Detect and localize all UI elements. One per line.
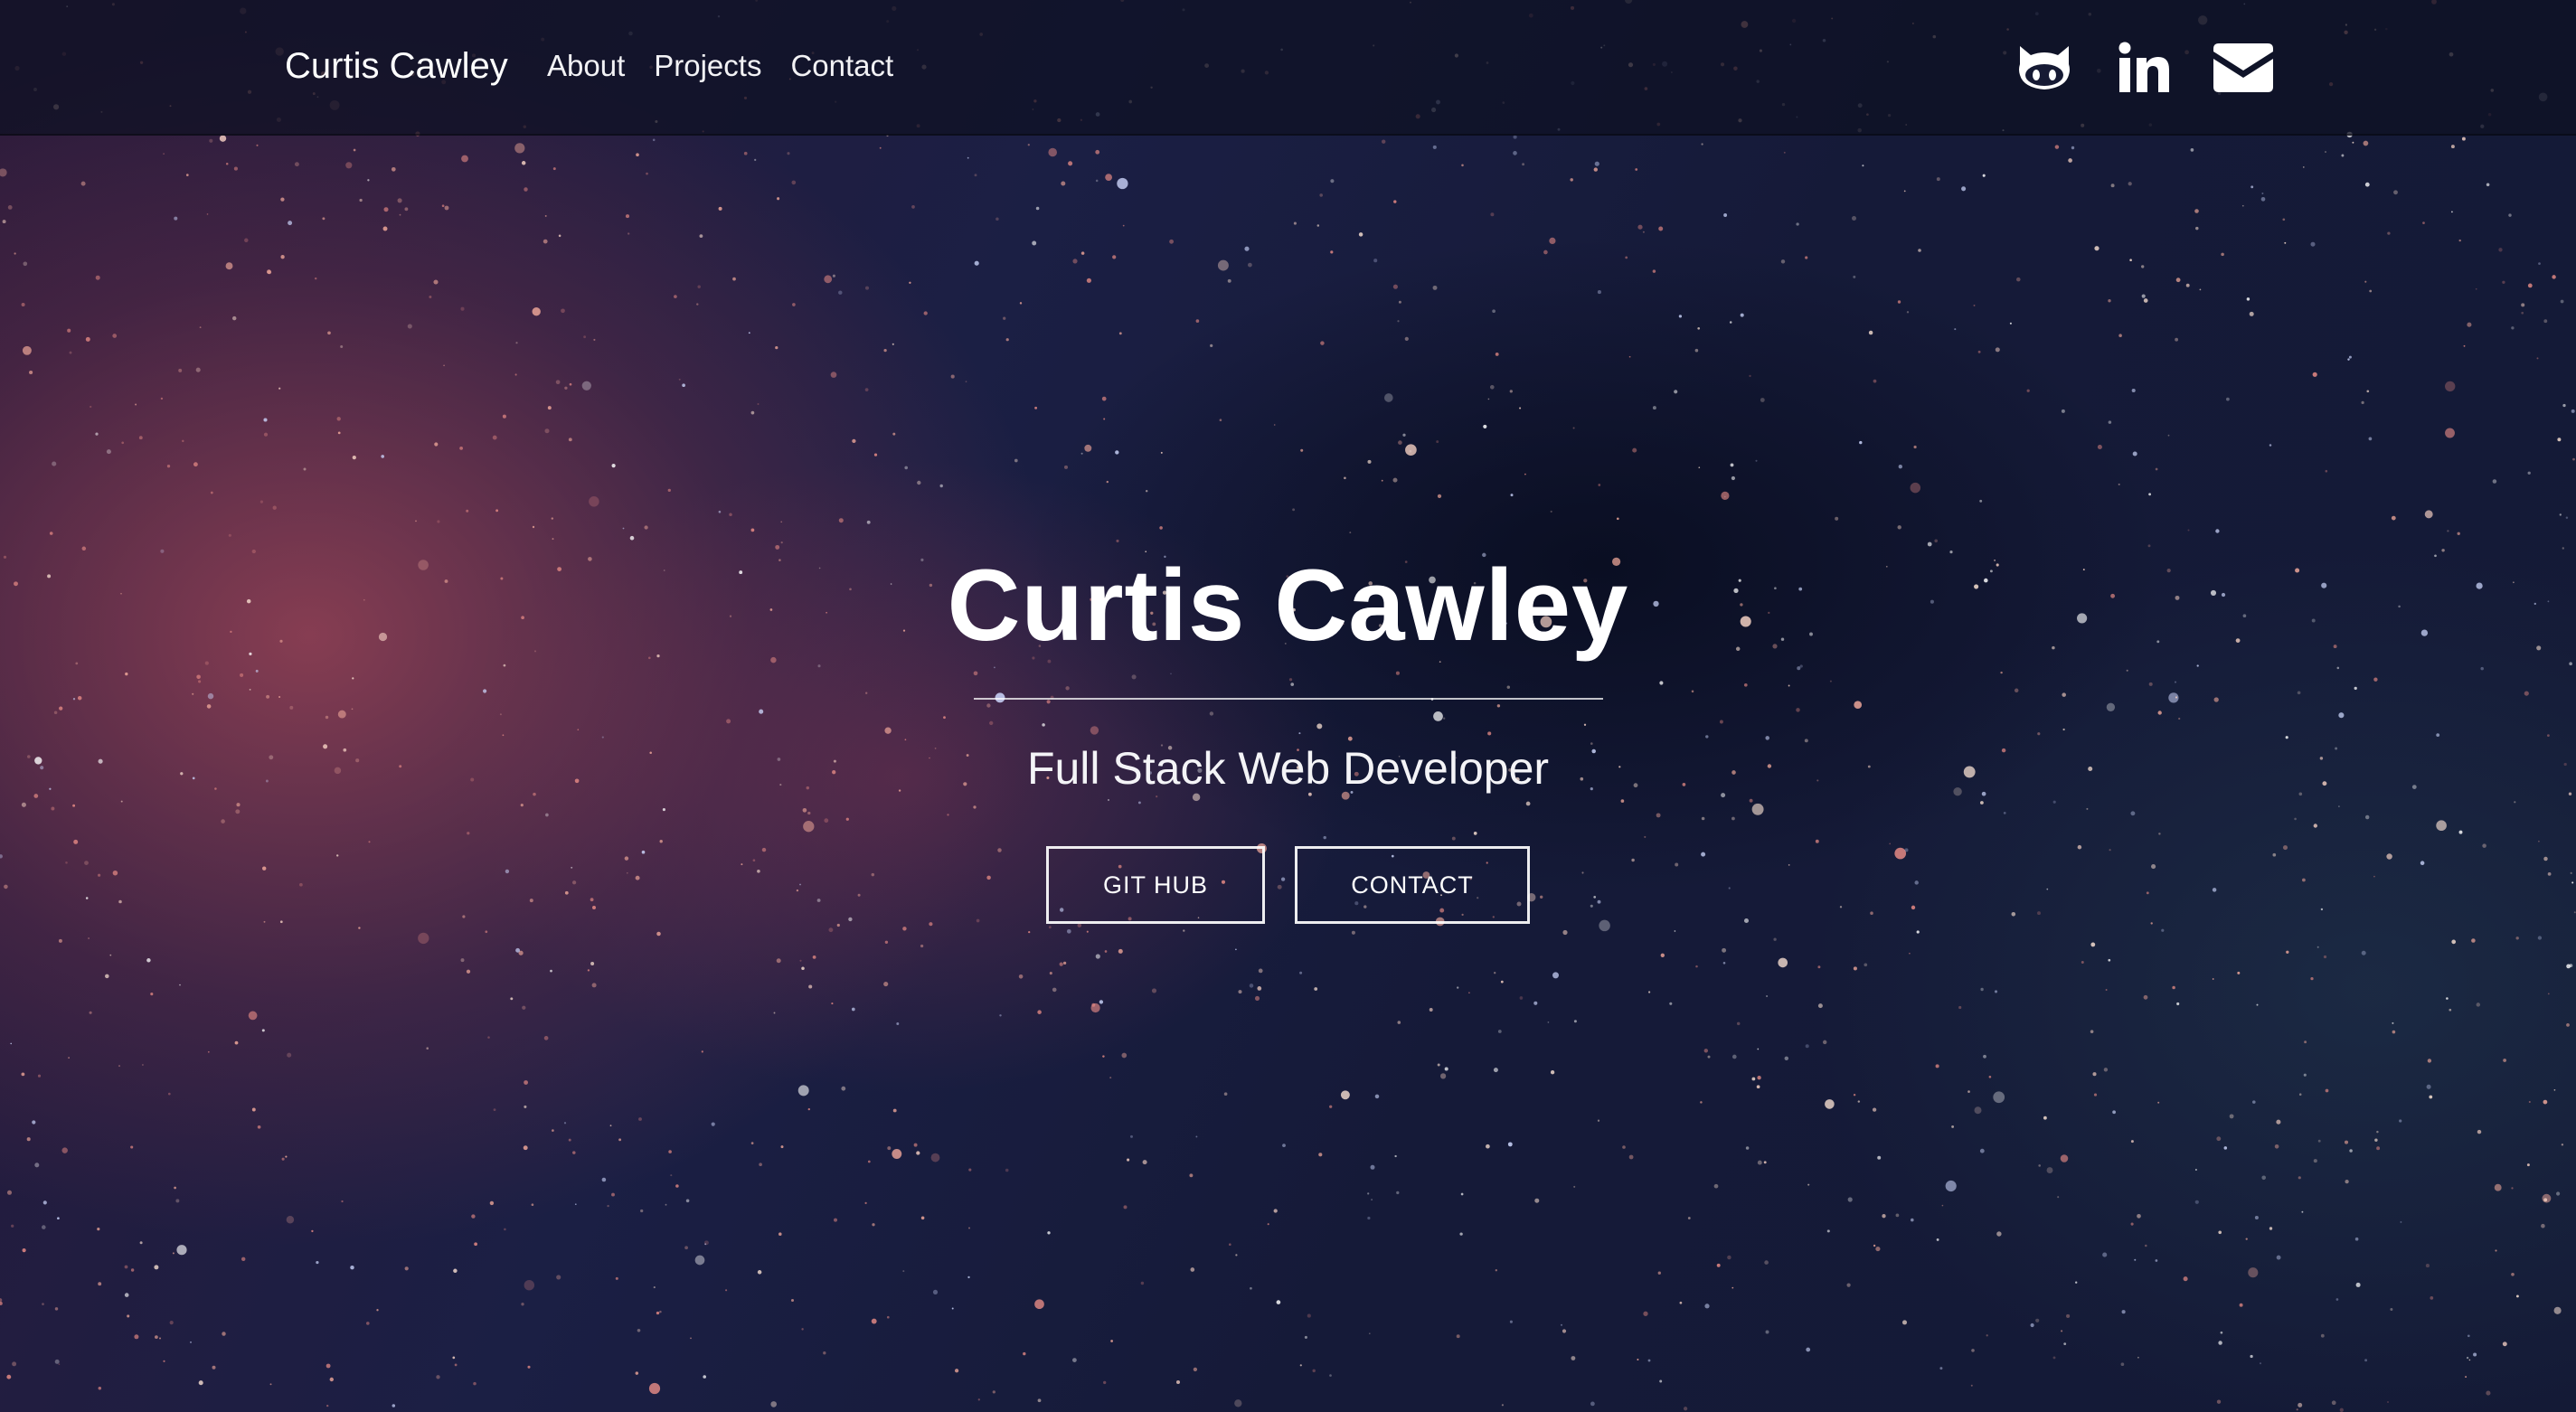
page: Curtis Cawley About Projects Contact Cur…	[0, 0, 2576, 1412]
nav-link-about[interactable]: About	[547, 45, 625, 87]
social-links	[2013, 36, 2275, 99]
nav-link-contact[interactable]: Contact	[790, 45, 893, 87]
hero-subtitle: Full Stack Web Developer	[1026, 743, 1550, 794]
envelope-icon	[2213, 43, 2273, 92]
github-button[interactable]: GIT HUB	[1046, 846, 1265, 924]
email-link[interactable]	[2212, 36, 2275, 99]
linkedin-icon	[2118, 42, 2169, 92]
github-icon	[2019, 46, 2070, 89]
github-link[interactable]	[2013, 36, 2076, 99]
brand-link[interactable]: Curtis Cawley	[285, 42, 508, 90]
nav-link-projects[interactable]: Projects	[654, 45, 761, 87]
hero-title: Curtis Cawley	[947, 549, 1629, 662]
hero-buttons: GIT HUB CONTACT	[0, 846, 2576, 924]
nav-links: About Projects Contact	[547, 45, 893, 87]
linkedin-link[interactable]	[2112, 36, 2175, 99]
hero-divider	[973, 698, 1603, 700]
contact-button[interactable]: CONTACT	[1295, 846, 1530, 924]
navbar: Curtis Cawley About Projects Contact	[0, 0, 2576, 136]
hero: Curtis Cawley Full Stack Web Developer G…	[0, 542, 2576, 924]
